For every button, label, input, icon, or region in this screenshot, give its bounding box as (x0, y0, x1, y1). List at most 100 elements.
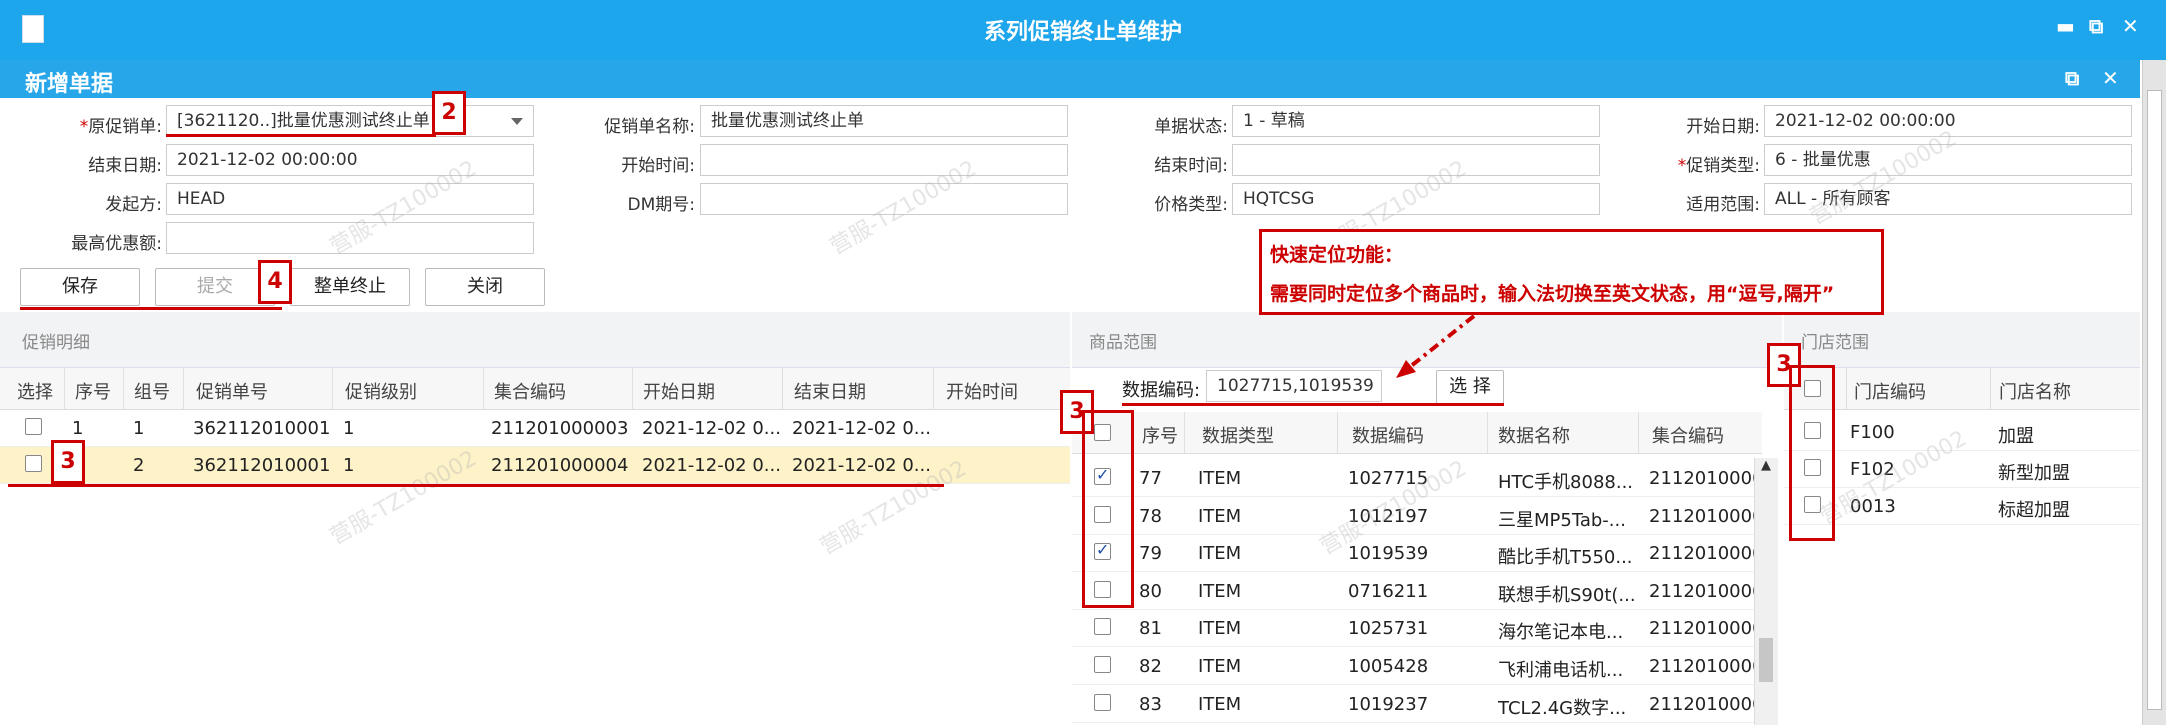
promo-name-label: 促销单名称: (604, 117, 695, 137)
start-time-field[interactable] (700, 144, 1068, 176)
store-name: 新型加盟 (1998, 463, 2070, 484)
col-code[interactable]: 数据编码 (1352, 422, 1424, 448)
scope-field[interactable]: ALL - 所有顾客 (1764, 183, 2132, 215)
table-row[interactable]: 83 ITEM 1019237 TCL2.4G数字... 2112010000 (1072, 686, 1764, 723)
store-name: 标超加盟 (1998, 500, 2070, 521)
stores-table-header: 门店编码 门店名称 (1784, 368, 2140, 410)
table-row[interactable]: 78 ITEM 1012197 三星MP5Tab-... 2112010000 (1072, 498, 1764, 535)
orig-promo-label: *原促销单: (42, 112, 162, 137)
table-row[interactable]: 82 ITEM 1005428 飞利浦电话机... 2112010000 (1072, 648, 1764, 685)
page-scrollbar-thumb[interactable] (2147, 90, 2162, 710)
col-divider (332, 368, 333, 410)
start-time-label: 开始时间: (621, 156, 695, 176)
goods-code: 1012197 (1348, 505, 1429, 527)
end-date-label: 结束日期: (88, 156, 162, 176)
table-row[interactable]: F100 加盟 (1784, 414, 2140, 451)
col-store-name[interactable]: 门店名称 (1999, 378, 2071, 404)
doc-status-field[interactable]: 1 - 草稿 (1232, 105, 1600, 137)
table-row[interactable]: 77 ITEM 1027715 HTC手机8088... 2112010000 (1072, 460, 1764, 497)
goods-code: 1027715 (1348, 468, 1429, 489)
close-button[interactable]: 关闭 (425, 268, 545, 306)
row-checkbox[interactable] (25, 418, 42, 435)
row-seq: 1 (72, 418, 84, 439)
dm-field[interactable] (700, 183, 1068, 215)
subwindow-close-icon[interactable]: ✕ (2102, 66, 2119, 90)
goods-code-input[interactable]: 1027715,1019539 (1206, 370, 1382, 402)
close-icon[interactable]: ✕ (2122, 14, 2139, 38)
col-select[interactable]: 选择 (17, 378, 53, 404)
promo-type-label: *促销类型: (1640, 151, 1760, 176)
table-row[interactable]: 80 ITEM 0716211 联想手机S90t(... 2112010000 (1072, 573, 1764, 610)
goods-scrollbar-thumb[interactable] (1759, 638, 1773, 682)
col-promo-no[interactable]: 促销单号 (196, 378, 268, 404)
row-checkbox[interactable] (1094, 618, 1111, 636)
table-row[interactable]: 0013 标超加盟 (1784, 488, 2140, 525)
table-row[interactable]: 79 ITEM 1019539 酷比手机T550... 2112010000 (1072, 535, 1764, 573)
start-date-label: 开始日期: (1686, 117, 1760, 137)
restore-icon[interactable]: ⧉ (2089, 14, 2103, 38)
annotation-arrow-line (1404, 314, 1476, 372)
terminate-button[interactable]: 整单终止 (290, 268, 410, 306)
page-scrollbar[interactable] (2142, 60, 2166, 725)
col-start-time[interactable]: 开始时间 (946, 378, 1018, 404)
col-seq[interactable]: 序号 (1142, 422, 1178, 448)
table-row[interactable]: 1 1 362112010001 1 211201000003 2021-12-… (0, 410, 1070, 447)
submit-button[interactable]: 提交 (155, 268, 275, 306)
col-divider (123, 368, 124, 410)
annotation-underline (20, 307, 282, 310)
col-seq[interactable]: 序号 (75, 378, 111, 404)
row-checkbox[interactable] (1094, 693, 1111, 711)
annotation-badge-3: 3 (51, 440, 85, 484)
promo-name-field[interactable]: 批量优惠测试终止单 (700, 105, 1068, 137)
orig-promo-value: [3621120..]批量优惠测试终止单 (177, 111, 430, 131)
col-group[interactable]: 组号 (134, 378, 170, 404)
detail-section-title: 促销明细 (22, 333, 90, 353)
chevron-down-icon[interactable] (511, 118, 523, 125)
scroll-up-icon[interactable]: ▲ (1761, 458, 1771, 473)
row-checkbox[interactable] (25, 455, 42, 472)
table-row[interactable]: F102 新型加盟 (1784, 451, 2140, 488)
goods-set: 2112010000 (1649, 580, 1764, 602)
row-end: 2021-12-02 0... (792, 455, 931, 476)
max-discount-field[interactable] (166, 222, 534, 254)
goods-seq: 79 (1139, 543, 1162, 565)
start-date-field[interactable]: 2021-12-02 00:00:00 (1764, 105, 2132, 137)
orig-promo-select[interactable]: [3621120..]批量优惠测试终止单 (166, 105, 534, 137)
price-type-field[interactable]: HQTCSG (1232, 183, 1600, 215)
col-start-date[interactable]: 开始日期 (643, 378, 715, 404)
minimize-icon[interactable]: ▬ (2056, 14, 2075, 38)
col-divider (782, 368, 783, 410)
goods-table-header: 序号 数据类型 数据编码 数据名称 集合编码 (1072, 412, 1762, 454)
end-time-label: 结束时间: (1154, 156, 1228, 176)
goods-code: 0716211 (1348, 580, 1429, 602)
end-date-field[interactable]: 2021-12-02 00:00:00 (166, 144, 534, 176)
goods-set: 2112010000 (1649, 543, 1764, 565)
promo-type-label-text: 促销类型: (1686, 156, 1760, 176)
store-name: 加盟 (1998, 426, 2034, 447)
store-code: F100 (1850, 422, 1895, 443)
promo-type-field[interactable]: 6 - 批量优惠 (1764, 144, 2132, 176)
end-time-field[interactable] (1232, 144, 1600, 176)
col-set[interactable]: 集合编码 (1652, 422, 1724, 448)
callout-line-2: 需要同时定位多个商品时，输入法切换至英文状态，用“逗号,隔开” (1270, 283, 1835, 305)
store-code: 0013 (1850, 496, 1896, 517)
table-row[interactable]: 2 2 362112010001 1 211201000004 2021-12-… (0, 447, 1070, 484)
goods-seq: 83 (1139, 693, 1162, 715)
table-row[interactable]: 81 ITEM 1025731 海尔笔记本电... 2112010000 (1072, 610, 1764, 648)
initiator-field[interactable]: HEAD (166, 183, 534, 215)
col-store-code[interactable]: 门店编码 (1854, 378, 1926, 404)
col-set-code[interactable]: 集合编码 (494, 378, 566, 404)
col-level[interactable]: 促销级别 (345, 378, 417, 404)
save-button[interactable]: 保存 (20, 268, 140, 306)
annotation-underline (8, 484, 944, 487)
goods-set: 2112010000 (1649, 693, 1764, 715)
doc-status-label: 单据状态: (1154, 117, 1228, 137)
callout-line-1: 快速定位功能： (1270, 244, 1404, 266)
subwindow-restore-icon[interactable]: ⧉ (2065, 66, 2079, 90)
col-type[interactable]: 数据类型 (1202, 422, 1274, 448)
row-checkbox[interactable] (1094, 656, 1111, 673)
col-end-date[interactable]: 结束日期 (794, 378, 866, 404)
col-name[interactable]: 数据名称 (1498, 422, 1570, 448)
window-title: 系列促销终止单维护 (983, 20, 1182, 45)
goods-scrollbar[interactable]: ▲ (1754, 458, 1778, 725)
